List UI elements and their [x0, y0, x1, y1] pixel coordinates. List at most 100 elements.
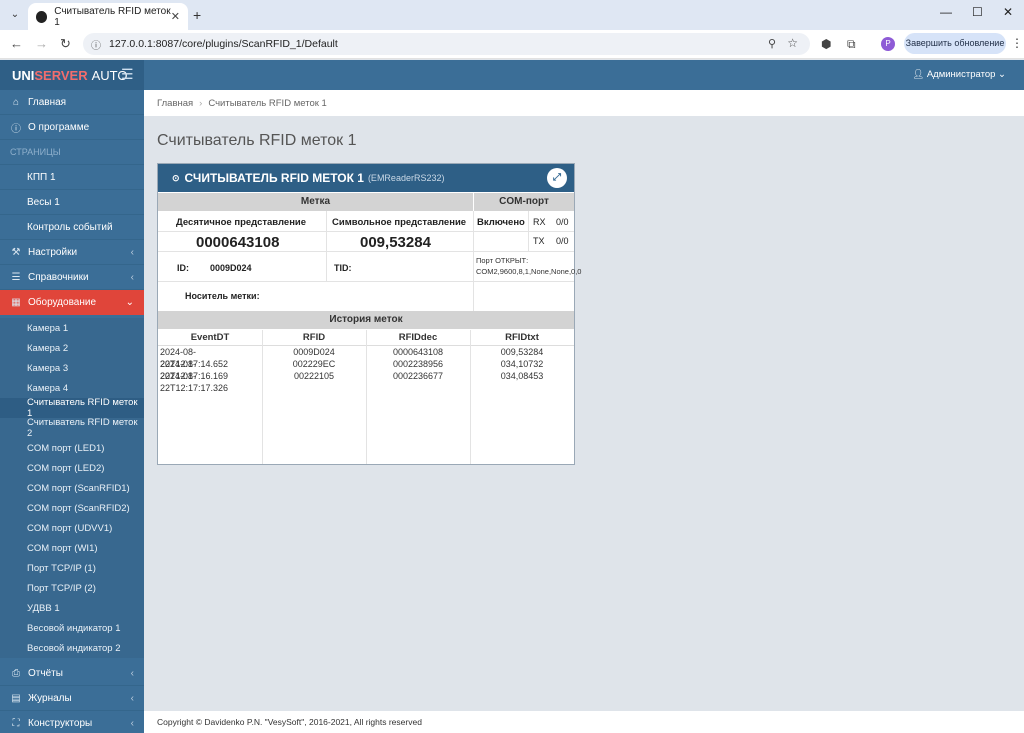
browser-tab[interactable]: Считыватель RFID меток 1 ✕ [28, 3, 188, 30]
chevron-left-icon: ‹ [130, 717, 134, 729]
sidebar-item-about[interactable]: ⓘ О программе [0, 115, 144, 140]
sidebar-item-label: О программе [28, 121, 90, 133]
footer: Copyright © Davidenko P.N. "VesySoft", 2… [144, 711, 1024, 733]
divider [158, 251, 574, 252]
list-icon: ▤ [11, 692, 21, 704]
tab-close-icon[interactable]: ✕ [171, 10, 180, 23]
cell-rfiddec: 0002238956 [392, 359, 444, 369]
col-rfidtxt[interactable]: RFIDtxt [470, 330, 574, 345]
reader-status-icon: ⊙ [172, 172, 180, 183]
sidebar-subitem[interactable]: Весовой индикатор 1 [0, 618, 144, 638]
rx-label: RX [533, 217, 546, 227]
sidebar-item-reports[interactable]: ⎙ Отчёты ‹ [0, 661, 144, 686]
com-header: COM-порт [474, 193, 574, 211]
table-icon: ▦ [11, 297, 21, 308]
cell-rfid: 0009D024 [293, 347, 335, 357]
sidebar-item-scales1[interactable]: Весы 1 [0, 190, 144, 215]
rx-value: 0/0 [556, 217, 569, 227]
sidebar-item-journals[interactable]: ▤ Журналы ‹ [0, 686, 144, 711]
sidebar-item-directories[interactable]: ☰ Справочники ‹ [0, 265, 144, 290]
chevron-left-icon: ‹ [130, 271, 134, 283]
chevron-down-icon: ⌄ [998, 69, 1006, 80]
tag-header: Метка [158, 193, 473, 211]
brand-part-2: SERVER [34, 67, 88, 83]
cell-rfidtxt: 009,53284 [500, 347, 544, 357]
back-arrow-icon[interactable]: ← [10, 36, 23, 51]
zoom-icon[interactable]: ⚲ [768, 37, 776, 50]
dec-label: Десятичное представление [176, 217, 307, 228]
sidebar-subitem[interactable]: COM порт (ScanRFID1) [0, 478, 144, 498]
divider [326, 211, 327, 281]
url-field[interactable]: ⓘ 127.0.0.1:8087/core/plugins/ScanRFID_1… [83, 33, 810, 55]
sym-value: 009,53284 [360, 234, 431, 251]
sidebar-subitem[interactable]: Порт TCP/IP (2) [0, 578, 144, 598]
sidebar-item-home[interactable]: ⌂ Главная [0, 90, 144, 115]
panel-subtitle: (EMReaderRS232) [367, 173, 445, 183]
panel-header: ⊙ СЧИТЫВАТЕЛЬ RFID МЕТОК 1 (EMReaderRS23… [158, 164, 574, 192]
cell-rfid: 00222105 [293, 371, 335, 381]
sidebar-item-label: Конструкторы [28, 717, 93, 729]
app-topbar: UNI SERVER AUTO ☰ 👤︎ Администратор ⌄ [0, 60, 1024, 90]
sidebar-subitem[interactable]: Считыватель RFID меток 2 [0, 417, 144, 439]
id-label: ID: [177, 263, 189, 273]
tx-label: TX [533, 236, 545, 246]
col-eventdt[interactable]: EventDT [158, 330, 262, 345]
sidebar-item-label: Оборудование [28, 297, 97, 308]
col-rfid[interactable]: RFID [262, 330, 366, 345]
sidebar-item-label: Настройки [28, 246, 78, 258]
panel-title: СЧИТЫВАТЕЛЬ RFID МЕТОК 1 [184, 171, 364, 185]
update-button[interactable]: Завершить обновление [904, 33, 1006, 54]
divider [158, 231, 574, 232]
tx-value: 0/0 [556, 236, 569, 246]
breadcrumb: Главная › Считыватель RFID меток 1 [144, 90, 1024, 116]
cell-rfidtxt: 034,10732 [500, 359, 544, 369]
browser-tabbar: ⌄ Считыватель RFID меток 1 ✕ + — ☐ ✕ [0, 0, 1024, 30]
sidebar-subitem-active[interactable]: Считыватель RFID меток 1 [0, 397, 144, 419]
maximize-icon[interactable]: ☐ [972, 5, 983, 19]
sidebar-subitem[interactable]: Порт TCP/IP (1) [0, 558, 144, 578]
sidebar-item-label: Справочники [28, 271, 89, 283]
site-info-icon[interactable]: ⓘ [91, 37, 101, 52]
sidebar-subitem[interactable]: Камера 4 [0, 378, 144, 398]
sidebar-subitem[interactable]: Камера 1 [0, 318, 144, 338]
extension-shield-icon[interactable]: ⬢ [821, 37, 831, 51]
browser-menu-icon[interactable]: ⋮ [1011, 36, 1023, 50]
profile-avatar[interactable]: P [881, 37, 895, 51]
user-menu[interactable]: 👤︎ Администратор ⌄ [912, 69, 1006, 80]
new-tab-plus-icon[interactable]: + [193, 7, 201, 23]
close-window-icon[interactable]: ✕ [1003, 5, 1013, 19]
extensions-puzzle-icon[interactable]: ⧉ [847, 37, 856, 52]
sidebar-subitem[interactable]: COM порт (ScanRFID2) [0, 498, 144, 518]
sidebar-subitem[interactable]: Камера 3 [0, 358, 144, 378]
sidebar-section-header: СТРАНИЦЫ [0, 140, 144, 165]
sidebar-item-events[interactable]: Контроль событий [0, 215, 144, 240]
breadcrumb-home[interactable]: Главная [157, 98, 193, 109]
sym-label: Символьное представление [332, 217, 467, 228]
divider [470, 330, 471, 464]
sitemap-icon: ⛶ [12, 717, 20, 729]
port-status: Порт ОТКРЫТ: COM2,9600,8,1,None,None,0,0 [476, 256, 582, 276]
database-icon: ☰ [11, 271, 21, 283]
hamburger-menu-icon[interactable]: ☰ [121, 66, 134, 83]
sidebar-item-equipment[interactable]: ▦ Оборудование ⌄ [0, 290, 144, 315]
bookmark-star-icon[interactable]: ☆ [787, 36, 798, 50]
sidebar-subitem[interactable]: Камера 2 [0, 338, 144, 358]
sidebar-item-constructors[interactable]: ⛶ Конструкторы ‹ [0, 711, 144, 733]
wrench-icon: ⚒ [11, 246, 21, 258]
minimize-icon[interactable]: — [940, 5, 952, 19]
sidebar-subitem[interactable]: COM порт (LED2) [0, 458, 144, 478]
sidebar-subitem[interactable]: Весовой индикатор 2 [0, 638, 144, 658]
sidebar-subitem[interactable]: УДВВ 1 [0, 598, 144, 618]
forward-arrow-icon[interactable]: → [35, 36, 48, 51]
col-rfiddec[interactable]: RFIDdec [366, 330, 470, 345]
url-text: 127.0.0.1:8087/core/plugins/ScanRFID_1/D… [109, 38, 338, 50]
sidebar-subitem[interactable]: COM порт (WI1) [0, 538, 144, 558]
sidebar-subitem[interactable]: COM порт (LED1) [0, 438, 144, 458]
tab-search-chevron-icon[interactable]: ⌄ [6, 7, 24, 23]
cell-rfid: 002229EC [292, 359, 336, 369]
reload-icon[interactable]: ↻ [60, 36, 71, 52]
expand-icon[interactable]: ⤢ [547, 168, 567, 188]
sidebar-item-kpp1[interactable]: КПП 1 [0, 165, 144, 190]
sidebar-item-settings[interactable]: ⚒ Настройки ‹ [0, 240, 144, 265]
sidebar-subitem[interactable]: COM порт (UDVV1) [0, 518, 144, 538]
